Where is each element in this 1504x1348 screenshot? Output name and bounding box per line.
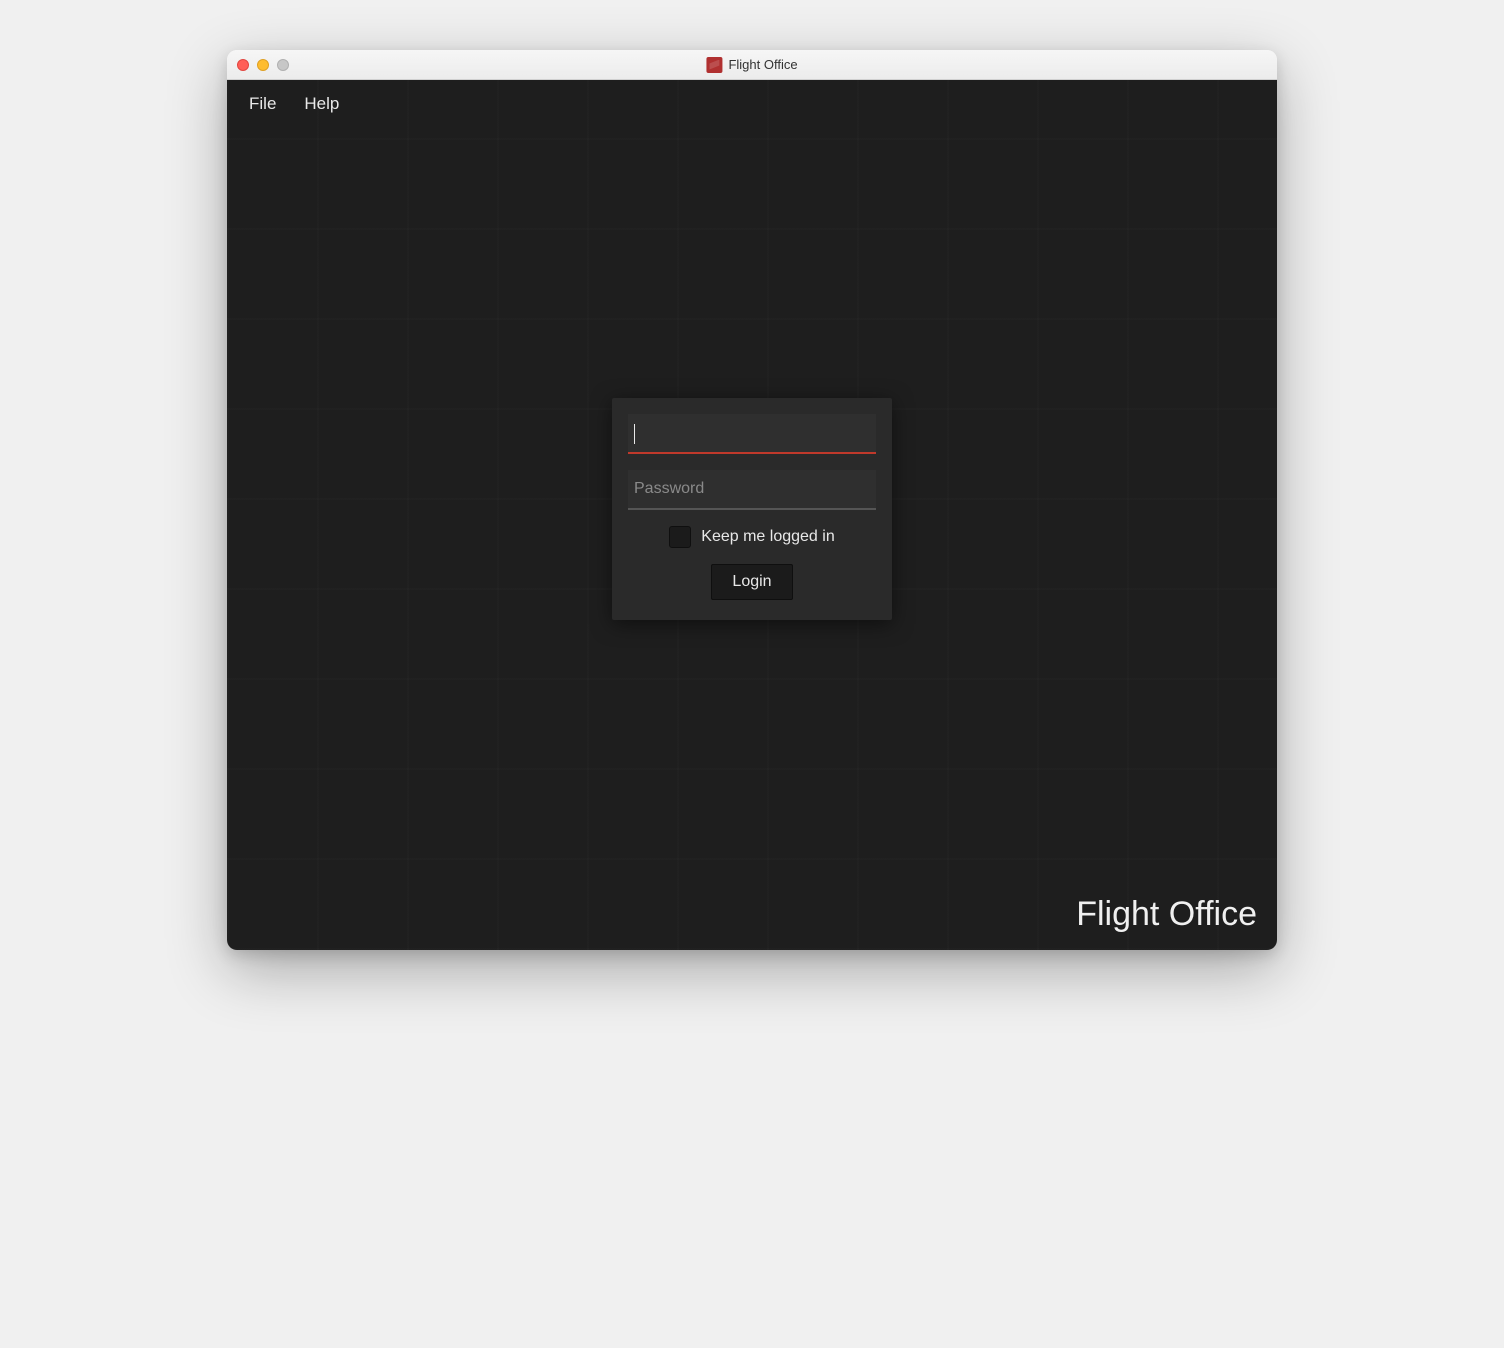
menu-bar: File Help — [227, 80, 1277, 128]
username-field-wrapper — [628, 414, 876, 454]
menu-file[interactable]: File — [249, 94, 276, 114]
password-input[interactable] — [628, 470, 876, 510]
app-body: File Help Keep me logged in Login Flight… — [227, 80, 1277, 950]
app-window: Flight Office File Help Keep me logged i… — [227, 50, 1277, 950]
menu-help[interactable]: Help — [304, 94, 339, 114]
window-title: Flight Office — [706, 57, 797, 73]
keep-logged-in-row: Keep me logged in — [628, 526, 876, 548]
window-minimize-button[interactable] — [257, 59, 269, 71]
window-title-text: Flight Office — [728, 57, 797, 72]
login-panel: Keep me logged in Login — [612, 398, 892, 620]
login-area: Keep me logged in Login — [227, 128, 1277, 950]
app-icon — [706, 57, 722, 73]
window-maximize-button[interactable] — [277, 59, 289, 71]
keep-logged-in-checkbox[interactable] — [669, 526, 691, 548]
keep-logged-in-label: Keep me logged in — [701, 528, 834, 546]
login-button-row: Login — [628, 564, 876, 600]
title-bar: Flight Office — [227, 50, 1277, 80]
traffic-lights — [237, 59, 289, 71]
window-close-button[interactable] — [237, 59, 249, 71]
login-button[interactable]: Login — [711, 564, 792, 600]
app-watermark: Flight Office — [1076, 895, 1257, 934]
username-input[interactable] — [628, 414, 876, 454]
